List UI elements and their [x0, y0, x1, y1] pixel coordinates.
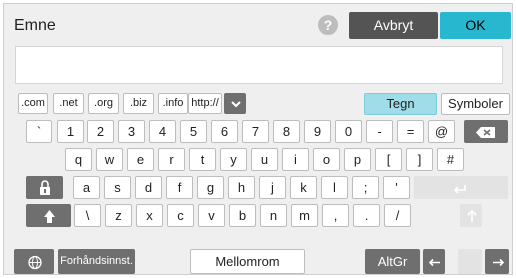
space-button[interactable]: Mellomrom: [190, 249, 305, 274]
key-semicolon[interactable]: ;: [352, 176, 379, 199]
arrow-right-icon: [493, 258, 505, 267]
tab-characters[interactable]: Tegn: [364, 93, 437, 115]
ok-button[interactable]: OK: [440, 12, 511, 39]
key-h[interactable]: h: [228, 176, 255, 199]
key-4[interactable]: 4: [149, 120, 176, 143]
key-l[interactable]: l: [321, 176, 348, 199]
key-0[interactable]: 0: [335, 120, 362, 143]
chevron-down-icon: [231, 101, 241, 108]
key-j[interactable]: j: [259, 176, 286, 199]
key-6[interactable]: 6: [211, 120, 238, 143]
domain-key-http[interactable]: http://: [188, 93, 222, 114]
key-comma[interactable]: ,: [322, 204, 349, 227]
dialog-header: Emne ? Avbryt OK: [4, 4, 512, 46]
key-2[interactable]: 2: [87, 120, 114, 143]
cancel-button[interactable]: Avbryt: [349, 12, 438, 39]
key-w[interactable]: w: [96, 148, 123, 171]
presets-button[interactable]: Forhåndsinnst.: [58, 249, 135, 274]
subject-input[interactable]: [15, 46, 503, 84]
altgr-button[interactable]: AltGr: [365, 249, 420, 274]
key-backtick[interactable]: `: [26, 120, 52, 143]
key-m[interactable]: m: [291, 204, 318, 227]
shift-button[interactable]: [26, 204, 71, 227]
dialog-title: Emne: [14, 17, 56, 34]
domain-key-com[interactable]: .com: [18, 93, 48, 114]
key-at[interactable]: @: [428, 120, 455, 143]
key-equals[interactable]: =: [397, 120, 424, 143]
language-button[interactable]: [14, 249, 54, 274]
arrow-up-button: [460, 204, 482, 227]
arrow-down-button: [458, 249, 482, 274]
key-bracket-right[interactable]: ]: [406, 148, 433, 171]
key-hash[interactable]: #: [437, 148, 464, 171]
domain-key-info[interactable]: .info: [158, 93, 188, 114]
key-1[interactable]: 1: [57, 120, 84, 143]
arrow-up-icon: [467, 209, 477, 222]
key-n[interactable]: n: [260, 204, 287, 227]
globe-icon: [28, 255, 42, 270]
key-bracket-left[interactable]: [: [375, 148, 402, 171]
key-x[interactable]: x: [136, 204, 163, 227]
key-f[interactable]: f: [166, 176, 193, 199]
key-8[interactable]: 8: [273, 120, 300, 143]
key-p[interactable]: p: [344, 148, 371, 171]
key-u[interactable]: u: [251, 148, 278, 171]
arrow-left-button[interactable]: [423, 249, 445, 274]
domain-key-net[interactable]: .net: [53, 93, 84, 114]
key-z[interactable]: z: [105, 204, 132, 227]
key-3[interactable]: 3: [118, 120, 145, 143]
key-g[interactable]: g: [197, 176, 224, 199]
key-r[interactable]: r: [158, 148, 185, 171]
key-e[interactable]: e: [127, 148, 154, 171]
arrow-left-icon: [428, 258, 440, 267]
enter-icon: [453, 185, 466, 194]
backspace-icon: [476, 127, 495, 138]
key-minus[interactable]: -: [366, 120, 393, 143]
key-q[interactable]: q: [65, 148, 92, 171]
help-icon[interactable]: ?: [318, 15, 338, 35]
key-s[interactable]: s: [104, 176, 131, 199]
domain-menu-button[interactable]: [224, 93, 246, 114]
key-b[interactable]: b: [229, 204, 256, 227]
key-o[interactable]: o: [313, 148, 340, 171]
domain-key-org[interactable]: .org: [88, 93, 119, 114]
key-d[interactable]: d: [135, 176, 162, 199]
key-backslash[interactable]: \: [74, 204, 101, 227]
key-v[interactable]: v: [198, 204, 225, 227]
key-period[interactable]: .: [353, 204, 380, 227]
key-5[interactable]: 5: [180, 120, 207, 143]
key-i[interactable]: i: [282, 148, 309, 171]
key-c[interactable]: c: [167, 204, 194, 227]
shift-arrow-icon: [44, 210, 55, 223]
key-7[interactable]: 7: [242, 120, 269, 143]
key-y[interactable]: y: [220, 148, 247, 171]
tab-symbols[interactable]: Symboler: [441, 93, 510, 115]
domain-key-biz[interactable]: .biz: [123, 93, 154, 114]
caps-lock-button[interactable]: [26, 176, 63, 199]
key-slash[interactable]: /: [384, 204, 411, 227]
key-a[interactable]: a: [73, 176, 100, 199]
enter-button: [414, 176, 508, 199]
arrow-right-button[interactable]: [485, 249, 509, 274]
key-t[interactable]: t: [189, 148, 216, 171]
key-9[interactable]: 9: [304, 120, 331, 143]
backspace-button[interactable]: [464, 120, 508, 143]
soft-keyboard-dialog: Emne ? Avbryt OK .com .net .org .biz .in…: [3, 3, 513, 275]
caps-lock-icon: [40, 180, 50, 195]
key-apostrophe[interactable]: ': [383, 176, 410, 199]
key-k[interactable]: k: [290, 176, 317, 199]
